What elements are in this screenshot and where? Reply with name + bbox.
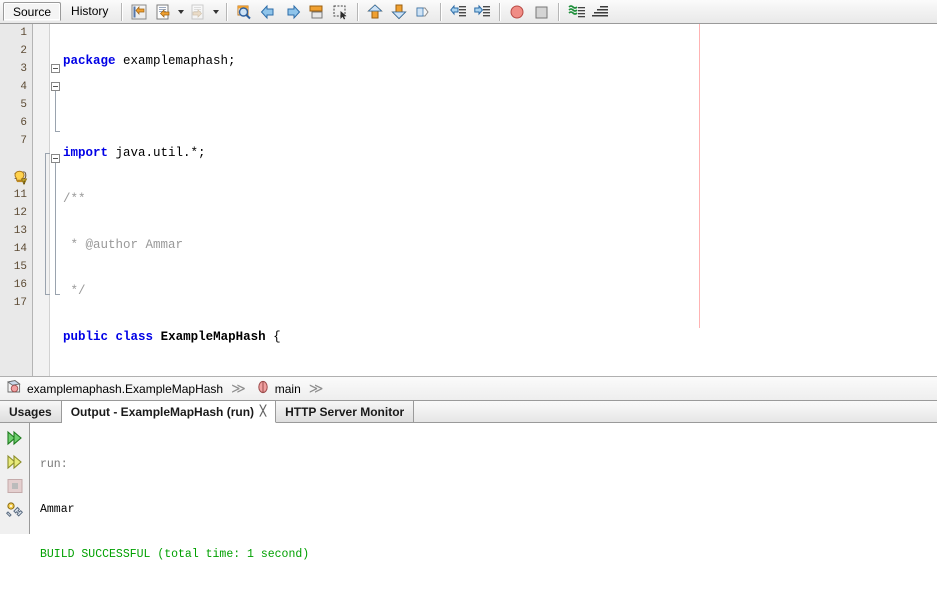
code-line-3: import java.util.*; [63,146,206,160]
method-icon [256,380,270,397]
toolbar-separator [357,2,359,21]
breadcrumb-class-label: examplemaphash.ExampleMapHash [27,381,224,396]
toolbar-separator [121,2,123,21]
fold-toggle-method[interactable] [51,154,60,163]
code-line-4: /** [63,192,86,206]
output-settings-icon[interactable] [4,499,26,520]
toolbar-separator [499,2,501,21]
line-number: 3 [20,63,27,75]
toolbar-separator [440,2,442,21]
line-number: 15 [13,261,27,273]
toggle-bookmark-icon[interactable] [305,2,327,22]
code-fold-gutter[interactable] [45,24,61,376]
breadcrumb-separator-icon: ≫ [231,380,246,396]
start-macro-recording-icon[interactable] [506,2,528,22]
console-line: run: [40,458,68,471]
toolbar-separator [558,2,560,21]
stop-macro-recording-icon[interactable] [530,2,552,22]
line-number: 17 [13,297,27,309]
tab-output-run[interactable]: Output - ExampleMapHash (run) ╳ [61,401,277,423]
output-tab-bar: Usages Output - ExampleMapHash (run) ╳ H… [0,401,937,423]
class-range-line [45,153,46,295]
inspect-members-icon[interactable] [565,2,587,22]
last-edit-icon[interactable] [152,2,174,22]
close-icon[interactable]: ╳ [260,406,266,417]
right-margin-line [699,24,700,328]
line-number [0,150,32,168]
line-number: 6 [20,117,27,129]
breadcrumb: examplemaphash.ExampleMapHash ≫ main ≫ [0,376,937,401]
code-text[interactable]: package examplemaphash; import java.util… [61,24,937,376]
tab-http-server-monitor[interactable]: HTTP Server Monitor [276,401,415,422]
output-panel: Usages Output - ExampleMapHash (run) ╳ H… [0,401,937,561]
code-line-1: package examplemaphash; [63,54,236,68]
tab-usages[interactable]: Usages [0,401,62,422]
next-bookmark-icon[interactable] [281,2,303,22]
shift-right-icon[interactable] [471,2,493,22]
stop-icon[interactable] [4,475,26,496]
inspect-hierarchy-icon[interactable] [589,2,611,22]
shift-left-icon[interactable] [447,2,469,22]
console-line: Ammar [40,503,75,516]
editor-toolbar: Source History [0,0,937,24]
line-numbers: 1 2 3 4 5 6 7 10 11 12 13 14 15 16 17 [0,24,32,312]
output-body: run: Ammar BUILD SUCCESSFUL (total time:… [0,423,937,561]
shift-line-left-icon[interactable] [128,2,150,22]
next-edit-dropdown-caret-icon[interactable] [210,2,221,22]
java-class-icon [6,379,22,398]
breadcrumb-separator-icon: ≫ [308,380,324,396]
tab-output-run-label: Output - ExampleMapHash (run) [70,404,255,419]
previous-bookmark-icon[interactable] [257,2,279,22]
fold-toggle-import[interactable] [51,64,60,73]
fold-toggle-javadoc[interactable] [51,82,60,91]
line-number: 5 [20,99,27,111]
code-line-6: */ [63,284,86,298]
class-range-end [45,294,50,295]
code-line-5: * @author Ammar [63,238,184,252]
previous-error-icon[interactable] [364,2,386,22]
line-number: 4 [20,81,27,93]
lightbulb-warning-icon[interactable] [12,170,28,189]
rerun-icon[interactable] [4,427,26,448]
line-number: 2 [20,45,27,57]
last-edit-dropdown-caret-icon[interactable] [175,2,186,22]
tab-source[interactable]: Source [3,2,62,21]
fold-range-line [55,163,56,294]
line-number-gutter: 1 2 3 4 5 6 7 10 11 12 13 14 15 16 17 [0,24,33,376]
console-line: BUILD SUCCESSFUL (total time: 1 second) [40,548,310,561]
next-error-icon[interactable] [388,2,410,22]
toolbar-separator [226,2,228,21]
line-number: 14 [13,243,27,255]
netbeans-editor-window: Source History 1 2 3 4 5 6 7 11 12 13 14… [0,0,937,561]
code-line-7: public class ExampleMapHash { [63,330,281,344]
next-edit-icon[interactable] [187,2,209,22]
breadcrumb-method-label: main [274,381,301,396]
code-editor[interactable]: 1 2 3 4 5 6 7 10 11 12 13 14 15 16 17 [0,24,937,376]
fold-range-end [55,294,60,295]
fold-range-end [55,131,60,132]
annotation-gutter[interactable] [33,24,50,376]
console-output[interactable]: run: Ammar BUILD SUCCESSFUL (total time:… [40,427,933,592]
breadcrumb-class[interactable]: examplemaphash.ExampleMapHash [0,376,225,401]
line-number: 1 [20,27,27,39]
breadcrumb-method[interactable]: main [250,376,303,401]
toggle-rectangular-selection-icon[interactable] [329,2,351,22]
line-number: 12 [13,207,27,219]
rerun-with-parameters-icon[interactable] [4,451,26,472]
line-number: 13 [13,225,27,237]
tab-http-server-monitor-label: HTTP Server Monitor [285,404,405,419]
fold-range-line [55,91,56,131]
line-number: 7 [20,135,27,147]
line-number: 16 [13,279,27,291]
class-range-start [45,153,50,154]
toggle-highlight-search-icon[interactable] [412,2,434,22]
output-side-toolbar [0,423,30,534]
tab-usages-label: Usages [9,404,52,419]
find-selection-icon[interactable] [233,2,255,22]
tab-history[interactable]: History [63,2,116,21]
